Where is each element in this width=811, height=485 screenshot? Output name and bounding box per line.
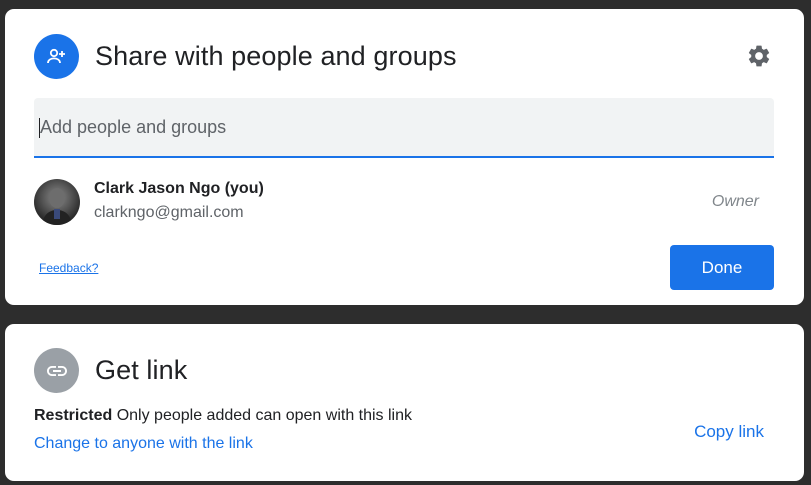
avatar — [34, 179, 80, 225]
share-title: Share with people and groups — [95, 41, 457, 71]
copy-link-button[interactable]: Copy link — [694, 422, 764, 442]
user-row: Clark Jason Ngo (you) clarkngo@gmail.com… — [34, 178, 774, 226]
restriction-text: Restricted Only people added can open wi… — [34, 407, 412, 425]
get-link-card: Get link Restricted Only people added ca… — [5, 324, 804, 481]
get-link-header: Get link — [34, 348, 187, 393]
restriction-description: Only people added can open with this lin… — [116, 407, 413, 424]
user-email: clarkngo@gmail.com — [94, 204, 244, 221]
text-caret — [39, 118, 40, 138]
add-people-input[interactable] — [34, 98, 774, 156]
user-role: Owner — [711, 193, 759, 210]
get-link-title: Get link — [95, 355, 188, 385]
restriction-label: Restricted — [34, 407, 113, 424]
change-access-link[interactable]: Change to anyone with the link — [34, 435, 253, 453]
person-add-icon — [34, 34, 79, 79]
share-dialog: Share with people and groups Clark Jason… — [0, 0, 811, 485]
share-card: Share with people and groups Clark Jason… — [5, 9, 804, 305]
link-icon — [34, 348, 79, 393]
share-header: Share with people and groups — [34, 34, 457, 79]
feedback-link[interactable]: Feedback? — [39, 261, 98, 275]
gear-icon[interactable] — [744, 41, 774, 71]
done-button[interactable]: Done — [670, 245, 774, 290]
add-people-field[interactable] — [34, 98, 774, 158]
user-name: Clark Jason Ngo (you) — [94, 180, 264, 197]
